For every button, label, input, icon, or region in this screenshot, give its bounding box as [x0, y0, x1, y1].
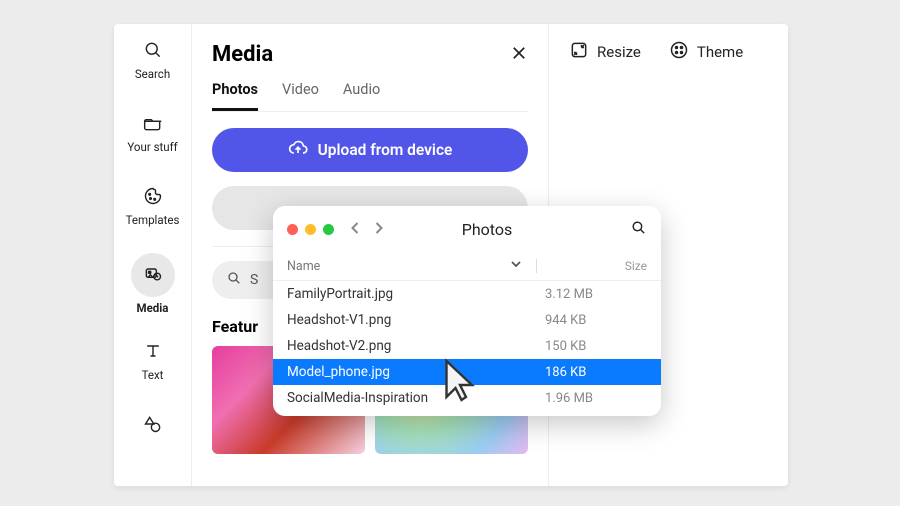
file-dialog-columns: Name Size: [273, 252, 661, 281]
resize-icon: [569, 40, 589, 64]
file-list: FamilyPortrait.jpg 3.12 MB Headshot-V1.p…: [273, 281, 661, 416]
sidebar-item-text[interactable]: Text: [123, 335, 183, 388]
file-name: FamilyPortrait.jpg: [287, 286, 545, 302]
sidebar-item-label: Search: [135, 67, 170, 81]
tab-photos[interactable]: Photos: [212, 81, 258, 111]
theme-label: Theme: [697, 43, 743, 61]
file-size: 186 KB: [545, 365, 586, 380]
upload-button-label: Upload from device: [318, 141, 453, 159]
search-icon[interactable]: [630, 219, 647, 240]
column-size-header[interactable]: Size: [625, 259, 647, 273]
theme-button[interactable]: Theme: [669, 40, 743, 64]
window-close-icon[interactable]: [287, 224, 298, 235]
upload-button[interactable]: Upload from device: [212, 128, 528, 172]
tab-audio[interactable]: Audio: [343, 81, 380, 111]
templates-icon: [143, 186, 163, 209]
window-controls: [287, 224, 334, 235]
column-name-header[interactable]: Name: [287, 259, 320, 274]
sidebar-item-label: Templates: [126, 213, 180, 227]
file-name: Headshot-V1.png: [287, 312, 545, 328]
file-row[interactable]: FamilyPortrait.jpg 3.12 MB: [273, 281, 661, 307]
text-icon: [143, 341, 163, 364]
file-dialog: Photos Name Size FamilyPortrait.jpg 3.12…: [273, 206, 661, 416]
file-size: 1.96 MB: [545, 391, 593, 406]
cloud-upload-icon: [288, 138, 308, 162]
sidebar-item-label: Media: [137, 301, 169, 315]
left-sidebar: Search Your stuff Templates Media: [114, 24, 192, 486]
file-row[interactable]: Headshot-V2.png 150 KB: [273, 333, 661, 359]
search-icon: [143, 40, 163, 63]
resize-button[interactable]: Resize: [569, 40, 641, 64]
close-icon[interactable]: [510, 44, 528, 66]
tab-video[interactable]: Video: [282, 81, 319, 111]
window-zoom-icon[interactable]: [323, 224, 334, 235]
shapes-icon: [143, 414, 163, 437]
file-name: Headshot-V2.png: [287, 338, 545, 354]
media-tabs: Photos Video Audio: [212, 81, 528, 112]
sidebar-item-shapes[interactable]: [123, 408, 183, 443]
sidebar-item-label: Your stuff: [127, 140, 177, 154]
chevron-down-icon[interactable]: [510, 258, 522, 274]
file-size: 944 KB: [545, 313, 586, 328]
file-row[interactable]: Model_phone.jpg 186 KB: [273, 359, 661, 385]
file-dialog-header: Photos: [273, 206, 661, 252]
file-dialog-title: Photos: [354, 220, 620, 239]
media-icon: [143, 264, 163, 287]
resize-label: Resize: [597, 43, 641, 61]
file-size: 3.12 MB: [545, 287, 593, 302]
search-icon: [226, 270, 242, 290]
folder-icon: [143, 113, 163, 136]
window-minimize-icon[interactable]: [305, 224, 316, 235]
file-row[interactable]: Headshot-V1.png 944 KB: [273, 307, 661, 333]
sidebar-item-media[interactable]: Media: [131, 253, 175, 315]
search-placeholder-text: S: [250, 272, 258, 288]
file-name: SocialMedia-Inspiration: [287, 390, 545, 406]
sidebar-item-yourstuff[interactable]: Your stuff: [123, 107, 183, 160]
file-name: Model_phone.jpg: [287, 364, 545, 380]
sidebar-item-search[interactable]: Search: [123, 34, 183, 87]
panel-title: Media: [212, 42, 273, 67]
file-row[interactable]: SocialMedia-Inspiration 1.96 MB: [273, 385, 661, 416]
sidebar-item-templates[interactable]: Templates: [123, 180, 183, 233]
sidebar-item-label: Text: [142, 368, 164, 382]
theme-icon: [669, 40, 689, 64]
file-size: 150 KB: [545, 339, 586, 354]
